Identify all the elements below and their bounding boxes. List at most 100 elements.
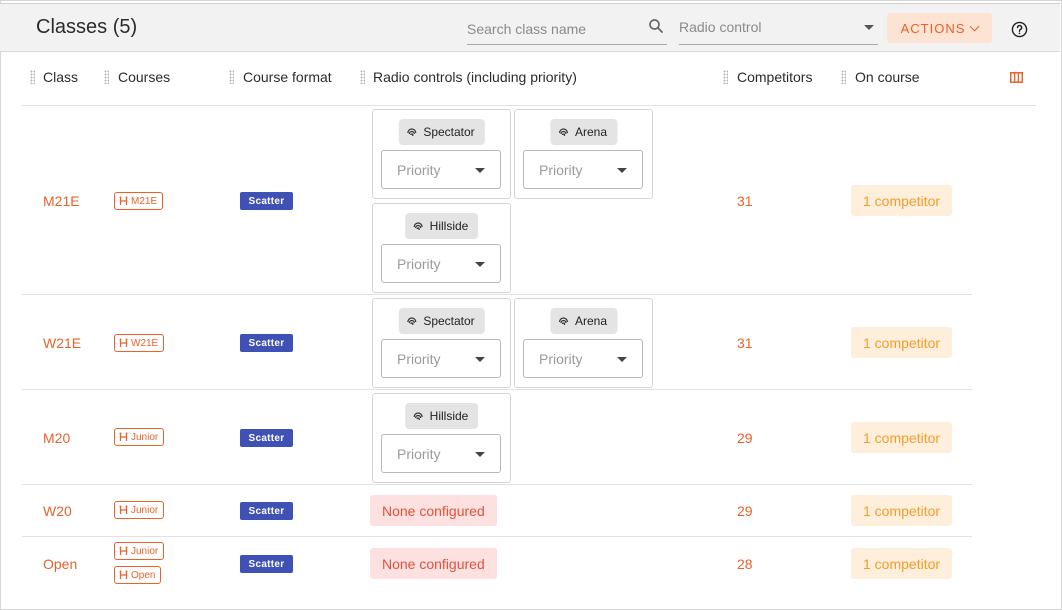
chevron-down-icon	[475, 452, 485, 457]
fingerprint-icon	[413, 412, 423, 420]
column-header-courses[interactable]: Courses	[118, 69, 170, 85]
on-course-badge[interactable]: 1 competitor	[851, 185, 953, 216]
priority-select[interactable]: Priority	[381, 150, 501, 189]
fingerprint-icon	[406, 128, 416, 136]
course-icon	[119, 196, 128, 205]
column-header-course-format[interactable]: Course format	[243, 69, 332, 85]
column-drag-handle[interactable]	[30, 70, 35, 84]
on-course-badge[interactable]: 1 competitor	[851, 422, 953, 453]
course-chip[interactable]: Open	[114, 566, 162, 584]
priority-placeholder: Priority	[539, 162, 583, 178]
priority-placeholder: Priority	[397, 446, 441, 462]
search-input[interactable]	[467, 18, 637, 40]
course-format-badge: Scatter	[240, 192, 293, 210]
class-name[interactable]: M20	[43, 430, 70, 446]
priority-select[interactable]: Priority	[381, 434, 501, 473]
page-title: Classes (5)	[36, 16, 138, 38]
fingerprint-icon	[558, 128, 568, 136]
course-icon	[119, 432, 128, 441]
priority-placeholder: Priority	[397, 256, 441, 272]
column-drag-handle[interactable]	[841, 70, 846, 84]
radio-control-card: Spectator Priority	[372, 109, 511, 199]
search-field[interactable]	[467, 14, 667, 45]
priority-placeholder: Priority	[397, 162, 441, 178]
course-label: W21E	[131, 337, 159, 349]
priority-select[interactable]: Priority	[381, 339, 501, 378]
radio-control-card: Hillside Priority	[372, 203, 511, 293]
competitors-count: 31	[737, 335, 753, 351]
column-header-competitors[interactable]: Competitors	[737, 69, 812, 85]
course-label: Junior	[131, 504, 159, 516]
class-name[interactable]: M21E	[43, 193, 80, 209]
course-icon	[119, 338, 128, 347]
header-divider	[22, 105, 1036, 106]
radio-control-card: Hillside Priority	[372, 393, 511, 483]
no-radio-controls-badge: None configured	[370, 548, 497, 579]
course-chip[interactable]: Junior	[114, 501, 165, 519]
class-name[interactable]: Open	[43, 556, 77, 572]
competitors-count: 28	[737, 556, 753, 572]
course-chip[interactable]: Junior	[114, 428, 165, 446]
on-course-badge[interactable]: 1 competitor	[851, 327, 953, 358]
radio-control-select[interactable]: Radio control	[679, 14, 878, 45]
course-label: Junior	[131, 431, 159, 443]
priority-placeholder: Priority	[539, 351, 583, 367]
fingerprint-icon	[413, 222, 423, 230]
column-drag-handle[interactable]	[229, 70, 234, 84]
radio-control-chip: Spectator	[398, 308, 485, 334]
radio-control-label: Hillside	[429, 409, 469, 423]
radio-control-label: Spectator	[423, 125, 475, 139]
course-icon	[119, 546, 128, 555]
radio-control-card: Arena Priority	[514, 298, 653, 388]
actions-label: ACTIONS	[900, 20, 966, 36]
radio-control-chip: Hillside	[404, 403, 479, 429]
row-divider	[22, 536, 972, 537]
priority-select[interactable]: Priority	[523, 150, 643, 189]
row-divider	[22, 484, 972, 485]
column-header-on-course[interactable]: On course	[855, 69, 920, 85]
radio-control-card: Arena Priority	[514, 109, 653, 199]
column-header-radio-controls[interactable]: Radio controls (including priority)	[373, 69, 577, 85]
fingerprint-icon	[406, 317, 416, 325]
column-drag-handle[interactable]	[360, 70, 365, 84]
class-name[interactable]: W21E	[43, 335, 81, 351]
priority-placeholder: Priority	[397, 351, 441, 367]
course-label: M21E	[131, 195, 158, 207]
radio-control-chip: Arena	[549, 119, 618, 145]
chevron-down-icon	[969, 21, 980, 32]
class-name[interactable]: W20	[43, 503, 72, 519]
radio-control-label: Hillside	[429, 219, 469, 233]
on-course-badge[interactable]: 1 competitor	[851, 495, 953, 526]
priority-select[interactable]: Priority	[523, 339, 643, 378]
chevron-down-icon	[864, 25, 874, 30]
course-chip[interactable]: Junior	[114, 542, 165, 560]
course-label: Junior	[131, 545, 159, 557]
chevron-down-icon	[475, 357, 485, 362]
search-icon[interactable]	[647, 17, 665, 35]
row-divider	[22, 294, 972, 295]
priority-select[interactable]: Priority	[381, 244, 501, 283]
course-icon	[119, 570, 128, 579]
column-drag-handle[interactable]	[723, 70, 728, 84]
row-divider	[22, 389, 972, 390]
course-format-badge: Scatter	[240, 334, 293, 352]
competitors-count: 31	[737, 193, 753, 209]
chevron-down-icon	[475, 168, 485, 173]
course-chip[interactable]: M21E	[114, 192, 164, 210]
radio-control-chip: Hillside	[404, 213, 479, 239]
on-course-badge[interactable]: 1 competitor	[851, 548, 953, 579]
course-chip[interactable]: W21E	[114, 334, 165, 352]
column-header-class[interactable]: Class	[43, 69, 78, 85]
radio-control-label: Spectator	[423, 314, 475, 328]
actions-button[interactable]: ACTIONS	[887, 13, 992, 43]
course-icon	[119, 505, 128, 514]
columns-icon[interactable]	[1010, 72, 1023, 83]
radio-control-chip: Spectator	[398, 119, 485, 145]
column-drag-handle[interactable]	[104, 70, 109, 84]
help-icon[interactable]	[1011, 21, 1028, 38]
chevron-down-icon	[617, 168, 627, 173]
fingerprint-icon	[558, 317, 568, 325]
competitors-count: 29	[737, 430, 753, 446]
radio-control-placeholder: Radio control	[679, 19, 762, 35]
radio-control-label: Arena	[574, 314, 608, 328]
